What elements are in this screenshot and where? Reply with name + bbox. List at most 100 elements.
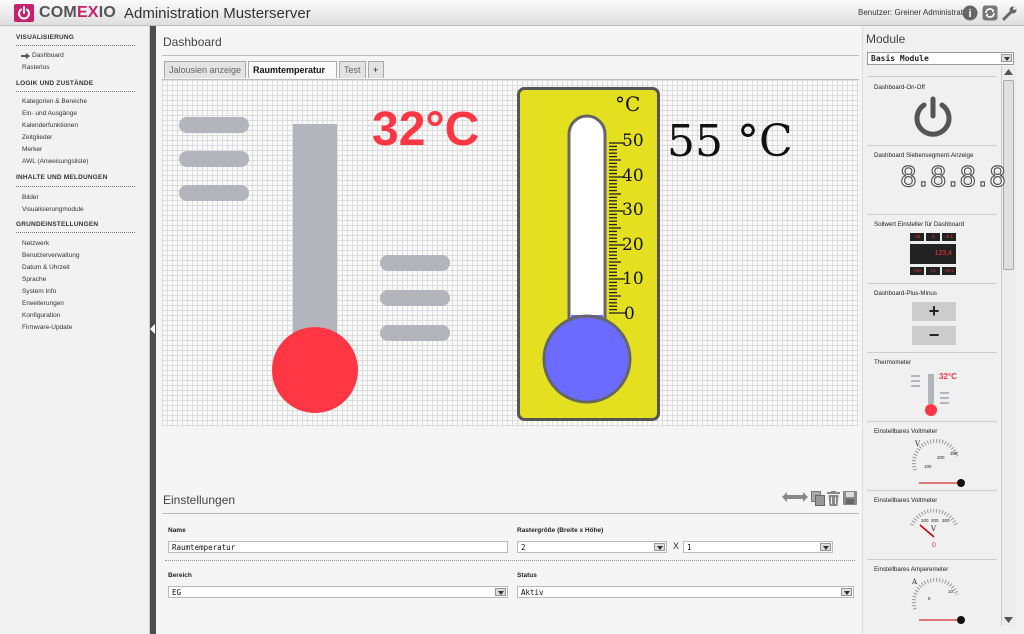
- dropdown-arrow-icon[interactable]: [820, 543, 831, 551]
- amperemeter-tick: 5: [928, 596, 931, 601]
- brand-logo[interactable]: COMEXIO: [39, 4, 116, 22]
- user-label: Benutzer: Greiner Administrator: [858, 8, 971, 17]
- sidebar-item-konfiguration[interactable]: Konfiguration: [22, 312, 60, 319]
- sidebar-item-rasterlos[interactable]: Rasterlos: [22, 64, 49, 71]
- voltmeter-tick: 200: [931, 518, 939, 523]
- sidebar-section-inhalte: INHALTE UND MELDUNGEN: [16, 174, 108, 181]
- bereich-label: Bereich: [168, 572, 192, 579]
- tab-raumtemperatur[interactable]: Raumtemperatur: [248, 61, 337, 78]
- dropdown-arrow-icon[interactable]: [654, 543, 665, 551]
- sidebar-item-kalender[interactable]: Kalenderfunktionen: [22, 122, 78, 129]
- sidebar-divider: [16, 186, 135, 187]
- scale-bar: [380, 290, 450, 306]
- sidebar-item-system-info[interactable]: System Info: [22, 288, 56, 295]
- seven-segment-display: 8.8.8.8: [899, 159, 1006, 193]
- gauge-unit-label: °C: [615, 92, 641, 116]
- scroll-up-icon[interactable]: [1004, 69, 1013, 75]
- raster-width-select[interactable]: 2: [517, 541, 667, 553]
- dashboard-canvas[interactable]: 32°C °C 50 40 30 20 10 0 55 °C: [162, 79, 859, 427]
- setpoint-minus10-button[interactable]: -10: [910, 233, 924, 241]
- copy-icon[interactable]: [811, 491, 825, 506]
- tab-test[interactable]: Test: [339, 61, 366, 78]
- sidebar-item-benutzerverwaltung[interactable]: Benutzerverwaltung: [22, 252, 79, 259]
- thermometer-widget[interactable]: [262, 120, 372, 420]
- thermometer-value: 32°C: [372, 103, 480, 156]
- modules-title: Module: [866, 32, 906, 46]
- help-icon[interactable]: i: [962, 5, 978, 21]
- dropdown-arrow-icon[interactable]: [495, 588, 506, 596]
- setpoint-plus1-button[interactable]: +1: [926, 267, 940, 275]
- raster-x-label: X: [673, 541, 680, 551]
- collapse-arrow-icon[interactable]: [150, 324, 155, 334]
- dropdown-arrow-icon[interactable]: [1001, 54, 1012, 62]
- voltmeter-tick: 200: [937, 455, 945, 460]
- app-title: Administration Musterserver: [124, 5, 311, 22]
- sidebar-item-bilder[interactable]: Bilder: [22, 194, 39, 201]
- setpoint-display: 123,4: [910, 244, 956, 264]
- raster-label: Rastergröße (Breite x Höhe): [517, 527, 604, 534]
- name-label: Name: [168, 527, 186, 534]
- module-label: Dashboard-Plus-Minus: [874, 290, 937, 297]
- amperemeter-unit: A: [912, 578, 918, 586]
- scroll-thumb[interactable]: [1003, 80, 1014, 270]
- thermometer-mini-value: 32°C: [939, 372, 957, 381]
- refresh-icon[interactable]: [982, 5, 998, 21]
- sidebar-item-erweiterungen[interactable]: Erweiterungen: [22, 300, 64, 307]
- amperemeter-tick: 10: [948, 589, 954, 594]
- add-tab-button[interactable]: +: [368, 61, 384, 78]
- svg-text:i: i: [968, 8, 971, 20]
- sidebar-item-sprache[interactable]: Sprache: [22, 276, 46, 283]
- sidebar-item-merker[interactable]: Merker: [22, 146, 42, 153]
- bereich-select[interactable]: EG: [168, 586, 508, 598]
- scale-bar: [179, 117, 249, 133]
- sidebar-item-visualisierungmodule[interactable]: Visualisierungmodule: [22, 206, 84, 213]
- gauge-tick-label: 50: [622, 131, 644, 151]
- module-label: Einstellbares Amperemeter: [874, 566, 949, 573]
- gauge-tick-label: 20: [622, 235, 644, 255]
- raster-height-select[interactable]: 1: [683, 541, 833, 553]
- setpoint-plus10-button[interactable]: +10: [910, 267, 924, 275]
- wrench-icon[interactable]: [1002, 5, 1018, 21]
- trash-icon[interactable]: [827, 491, 840, 506]
- sidebar-item-ein-ausgaenge[interactable]: Ein- und Ausgänge: [22, 110, 77, 117]
- dropdown-arrow-icon[interactable]: [841, 588, 852, 596]
- resize-arrows-icon[interactable]: [782, 491, 808, 503]
- sidebar-divider: [16, 232, 135, 233]
- plus-button[interactable]: +: [912, 302, 956, 321]
- sidebar-item-firmware-update[interactable]: Firmware-Update: [22, 324, 72, 331]
- gauge-value: 55 °C: [667, 116, 793, 167]
- modules-select[interactable]: Basis Module: [867, 52, 1014, 65]
- scale-bar: [179, 185, 249, 201]
- sidebar-item-zeitglieder[interactable]: Zeitglieder: [22, 134, 52, 141]
- settings-divider: [162, 513, 859, 514]
- arrow-right-icon: [21, 53, 30, 59]
- sidebar-item-awl[interactable]: AWL (Anweisungsliste): [22, 158, 88, 165]
- gauge-tick-label: 30: [622, 200, 644, 220]
- setpoint-plus01-button[interactable]: +0.1: [942, 267, 956, 275]
- sidebar-item-kategorien[interactable]: Kategorien & Bereiche: [22, 98, 87, 105]
- scroll-down-icon[interactable]: [1004, 617, 1013, 623]
- sidebar-item-netzwerk[interactable]: Netzwerk: [22, 240, 49, 247]
- tab-jalousien[interactable]: Jalousien anzeige: [164, 61, 246, 78]
- title-divider: [162, 55, 859, 56]
- sollwert-control: -10 -1 -0.1 123,4 +10 +1 +0.1: [910, 233, 956, 277]
- minus-button[interactable]: −: [912, 326, 956, 345]
- name-input[interactable]: Raumtemperatur: [168, 541, 508, 553]
- scale-bar: [380, 255, 450, 271]
- gauge-tick-label: 0: [624, 304, 635, 324]
- settings-title: Einstellungen: [163, 493, 236, 507]
- sidebar-item-datum-uhrzeit[interactable]: Datum & Uhrzeit: [22, 264, 70, 271]
- sidebar-divider: [16, 45, 135, 46]
- form-divider: [165, 560, 855, 561]
- power-logo-icon: [14, 4, 34, 22]
- save-icon[interactable]: [843, 491, 857, 505]
- sidebar-section-logik: LOGIK UND ZUSTÄNDE: [16, 80, 94, 87]
- voltmeter-dial-icon: [910, 508, 958, 538]
- scale-bar: [179, 151, 249, 167]
- setpoint-minus1-button[interactable]: -1: [926, 233, 940, 241]
- sidebar-item-dashboard[interactable]: Dashboard: [32, 52, 64, 59]
- status-select[interactable]: Aktiv: [517, 586, 854, 598]
- setpoint-minus01-button[interactable]: -0.1: [942, 233, 956, 241]
- page-title: Dashboard: [163, 35, 222, 49]
- module-label: Sollwert Einsteller für Dashboard: [874, 221, 965, 228]
